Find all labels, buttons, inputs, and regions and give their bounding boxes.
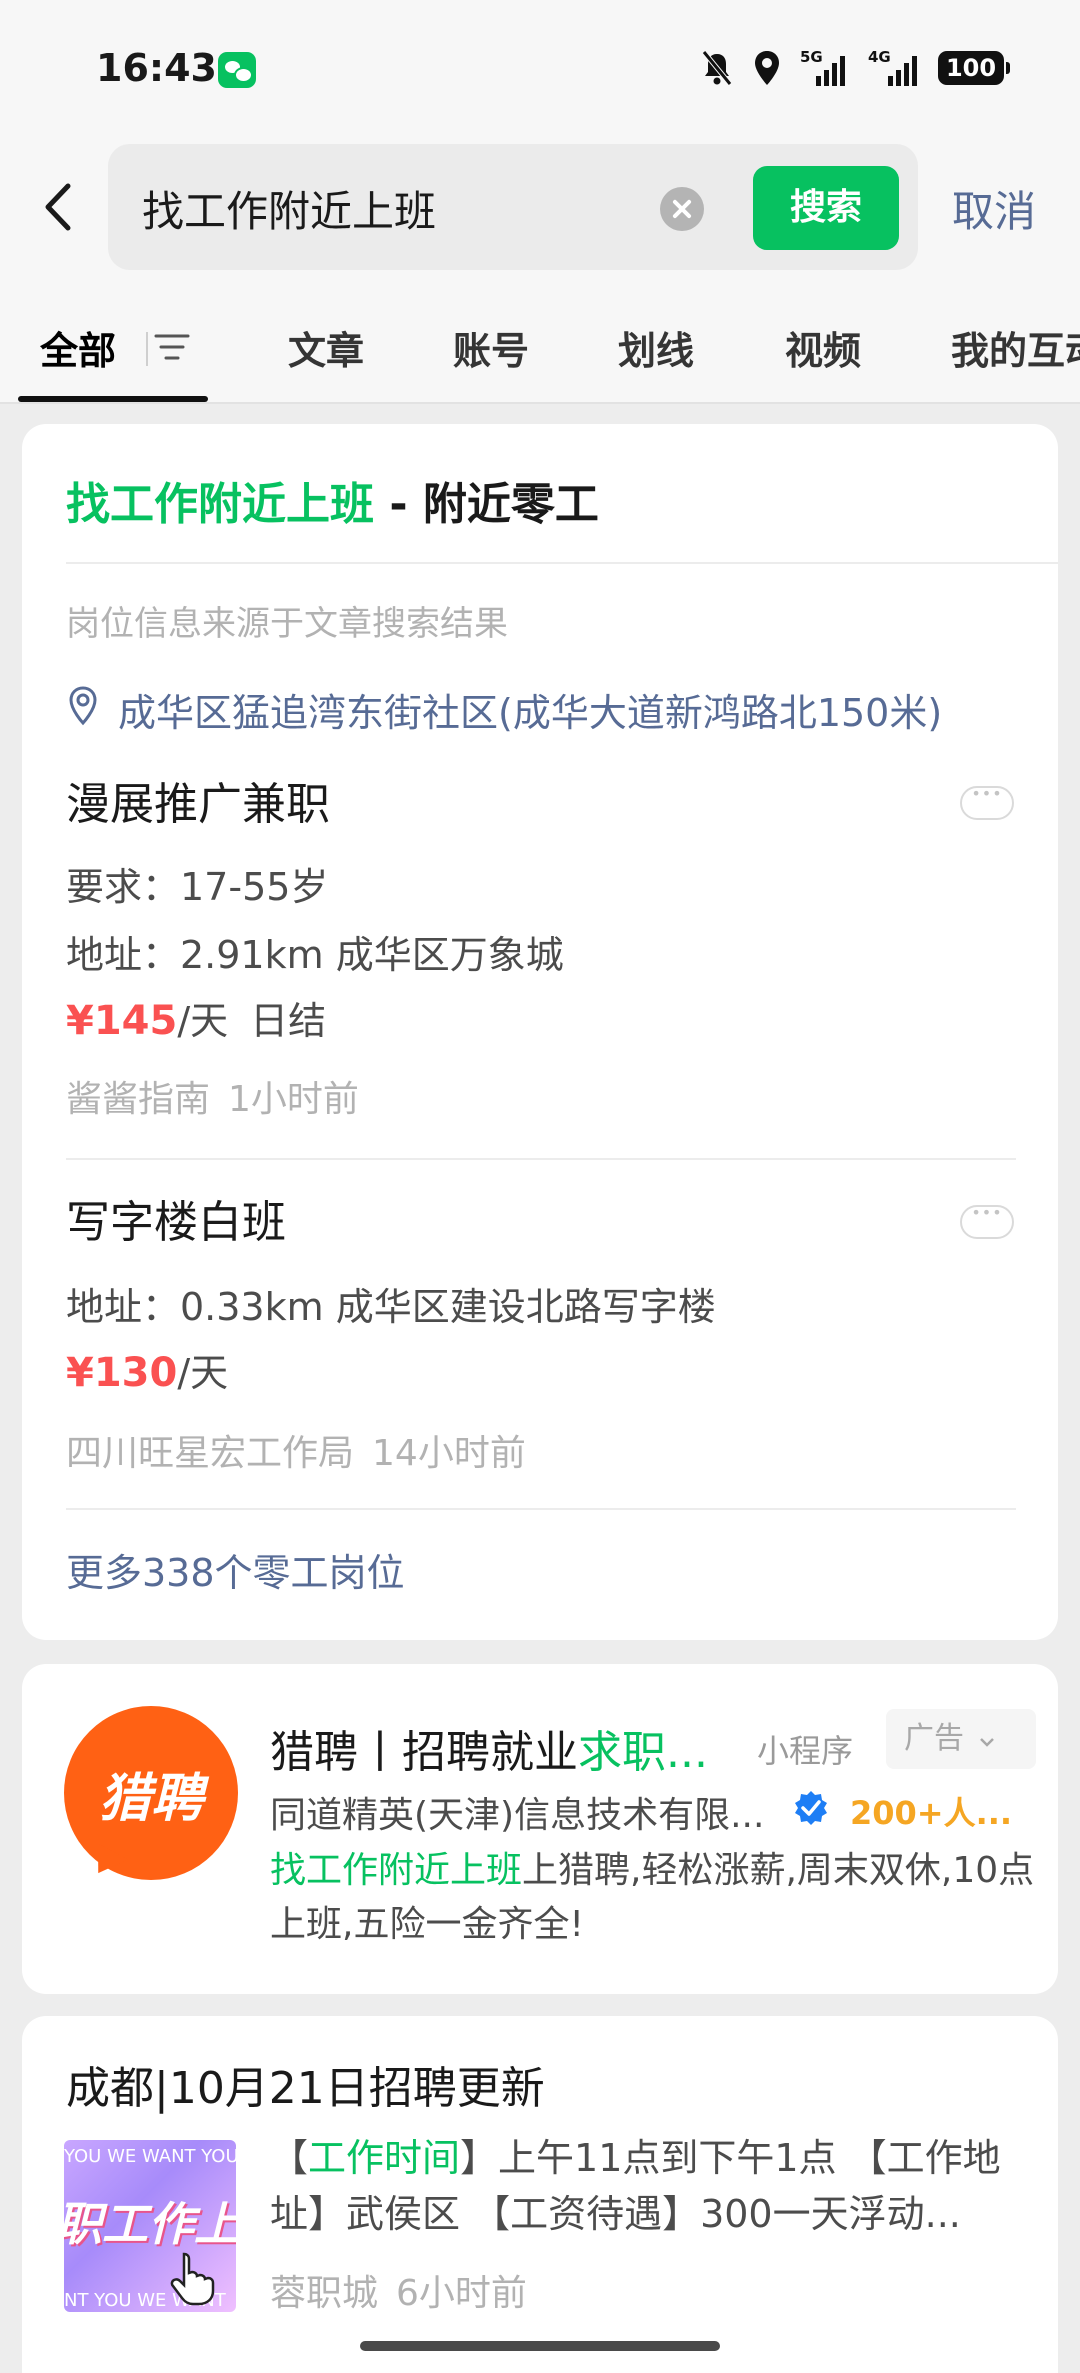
more-options-icon[interactable] bbox=[960, 1203, 1014, 1239]
ad-desc-keyword: 找工作附近上班 bbox=[270, 1850, 523, 1891]
gig-title-suffix: - 附近零工 bbox=[374, 479, 599, 530]
salary-amount: ¥130 bbox=[66, 1350, 178, 1396]
thumbnail-caption-top: YOU WE WANT YOU bbox=[64, 2146, 236, 2167]
article-title[interactable]: 成都|10月21日招聘更新 bbox=[66, 2052, 545, 2116]
cancel-button[interactable]: 取消 bbox=[952, 178, 1036, 239]
job-publisher: 酱酱指南 bbox=[66, 1079, 211, 1120]
ad-description: 找工作附近上班上猎聘,轻松涨薪,周末双休,10点上班,五险一金齐全! bbox=[270, 1844, 1040, 1952]
article-snippet: 【工作时间】上午11点到下午1点 【工作地址】武侯区 【工资待遇】300一天浮动… bbox=[270, 2130, 1040, 2242]
article-source: 蓉职城 bbox=[270, 2273, 379, 2314]
status-icons: 5G 4G 100 bbox=[700, 48, 1010, 88]
divider bbox=[66, 1158, 1016, 1160]
job-salary: ¥130/天 bbox=[66, 1342, 228, 1397]
article-card[interactable]: 成都|10月21日招聘更新 YOU WE WANT YOU 职工作上 NT YO… bbox=[22, 2016, 1058, 2373]
salary-unit: /天 bbox=[177, 1351, 229, 1395]
more-gigs-link[interactable]: 更多338个零工岗位 bbox=[66, 1542, 405, 1597]
location-selector[interactable]: 成华区猛追湾东街社区(成华大道新鸿路北150米) bbox=[118, 682, 942, 737]
settlement-type: 日结 bbox=[250, 999, 327, 1043]
snippet-bracket: 【 bbox=[270, 2136, 309, 2180]
thumbnail-headline: 职工作上 bbox=[64, 2197, 236, 2251]
job-time: 1小时前 bbox=[228, 1079, 359, 1120]
search-field[interactable]: 找工作附近上班 搜索 bbox=[108, 144, 918, 270]
job-address: 地址：0.33km 成华区建设北路写字楼 bbox=[66, 1285, 716, 1329]
location-pin-icon bbox=[755, 51, 779, 85]
clear-input-icon[interactable] bbox=[660, 187, 704, 231]
divider bbox=[66, 562, 1058, 564]
job-publisher: 四川旺星宏工作局 bbox=[66, 1433, 355, 1474]
status-bar: 16:43 5G 4G 100 bbox=[0, 0, 1080, 140]
verified-badge-icon bbox=[795, 1791, 827, 1825]
gig-card-title[interactable]: 找工作附近上班 - 附近零工 bbox=[66, 468, 599, 532]
user-count: 200+人... bbox=[850, 1794, 1013, 1832]
snippet-keyword: 工作时间 bbox=[308, 2136, 461, 2180]
job-salary: ¥145/天 日结 bbox=[66, 990, 326, 1045]
home-indicator[interactable] bbox=[360, 2341, 720, 2351]
app-logo: 猎聘 bbox=[64, 1706, 238, 1880]
ad-label: 广告 bbox=[904, 1721, 964, 1756]
source-note: 岗位信息来源于文章搜索结果 bbox=[66, 604, 508, 644]
article-thumbnail[interactable]: YOU WE WANT YOU 职工作上 NT YOU WE WANT bbox=[64, 2140, 236, 2312]
salary-unit: /天 bbox=[177, 999, 229, 1043]
app-logo-text: 猎聘 bbox=[98, 1769, 203, 1829]
job-address: 地址：2.91km 成华区万象城 bbox=[66, 933, 564, 977]
signal-4g-icon: 4G bbox=[868, 48, 917, 86]
search-input[interactable]: 找工作附近上班 bbox=[142, 178, 436, 239]
ad-title[interactable]: 猎聘丨招聘就业求职... bbox=[270, 1716, 708, 1780]
article-meta: 蓉职城 6小时前 bbox=[270, 2264, 527, 2316]
tab-accounts[interactable]: 账号 bbox=[453, 320, 529, 375]
mini-program-tag: 小程序 bbox=[757, 1732, 854, 1770]
ad-label-button[interactable]: 广告 bbox=[886, 1709, 1036, 1769]
job-meta: 四川旺星宏工作局 14小时前 bbox=[66, 1424, 526, 1476]
signal-5g-icon: 5G bbox=[800, 48, 845, 86]
salary-amount: ¥145 bbox=[66, 998, 178, 1044]
ad-title-main: 猎聘丨招聘就业 bbox=[270, 1727, 578, 1778]
wechat-notification-icon bbox=[218, 52, 256, 88]
tab-my-interactions[interactable]: 我的互动 bbox=[951, 320, 1080, 375]
location-icon bbox=[69, 686, 97, 726]
tab-videos[interactable]: 视频 bbox=[785, 320, 861, 375]
mute-bell-icon bbox=[702, 50, 732, 86]
result-tabs: 全部 文章 账号 划线 视频 我的互动 bbox=[0, 272, 1080, 404]
search-button[interactable]: 搜索 bbox=[753, 166, 899, 250]
tab-separator bbox=[146, 332, 148, 366]
back-arrow-icon[interactable] bbox=[36, 178, 84, 236]
job-title[interactable]: 写字楼白班 bbox=[66, 1186, 286, 1250]
gig-title-keyword: 找工作附近上班 bbox=[66, 479, 374, 530]
status-time: 16:43 bbox=[96, 46, 217, 90]
tab-articles[interactable]: 文章 bbox=[288, 320, 364, 375]
job-requirement: 要求：17-55岁 bbox=[66, 865, 329, 909]
search-header: 找工作附近上班 搜索 取消 bbox=[0, 140, 1080, 272]
job-meta: 酱酱指南 1小时前 bbox=[66, 1070, 359, 1122]
ad-company: 同道精英(天津)信息技术有限... bbox=[270, 1795, 765, 1836]
network-4g-label: 4G bbox=[868, 48, 891, 66]
chevron-down-icon bbox=[979, 1738, 994, 1747]
tab-all[interactable]: 全部 bbox=[40, 320, 116, 375]
active-tab-indicator bbox=[18, 396, 208, 402]
tab-highlights[interactable]: 划线 bbox=[618, 320, 694, 375]
article-time: 6小时前 bbox=[396, 2273, 527, 2314]
job-title[interactable]: 漫展推广兼职 bbox=[66, 768, 330, 832]
network-5g-label: 5G bbox=[800, 48, 823, 66]
pointer-hand-icon bbox=[170, 2252, 215, 2306]
ad-card[interactable]: 猎聘 猎聘丨招聘就业求职... 小程序 广告 同道精英(天津)信息技术有限...… bbox=[22, 1664, 1058, 1994]
divider bbox=[66, 1508, 1016, 1510]
filter-icon[interactable] bbox=[152, 330, 192, 364]
ad-title-keyword: 求职... bbox=[578, 1727, 708, 1778]
more-options-icon[interactable] bbox=[960, 784, 1014, 820]
battery-indicator: 100 bbox=[938, 51, 1010, 85]
job-time: 14小时前 bbox=[372, 1433, 526, 1474]
nearby-gig-card: 找工作附近上班 - 附近零工 岗位信息来源于文章搜索结果 成华区猛追湾东街社区(… bbox=[22, 424, 1058, 1640]
